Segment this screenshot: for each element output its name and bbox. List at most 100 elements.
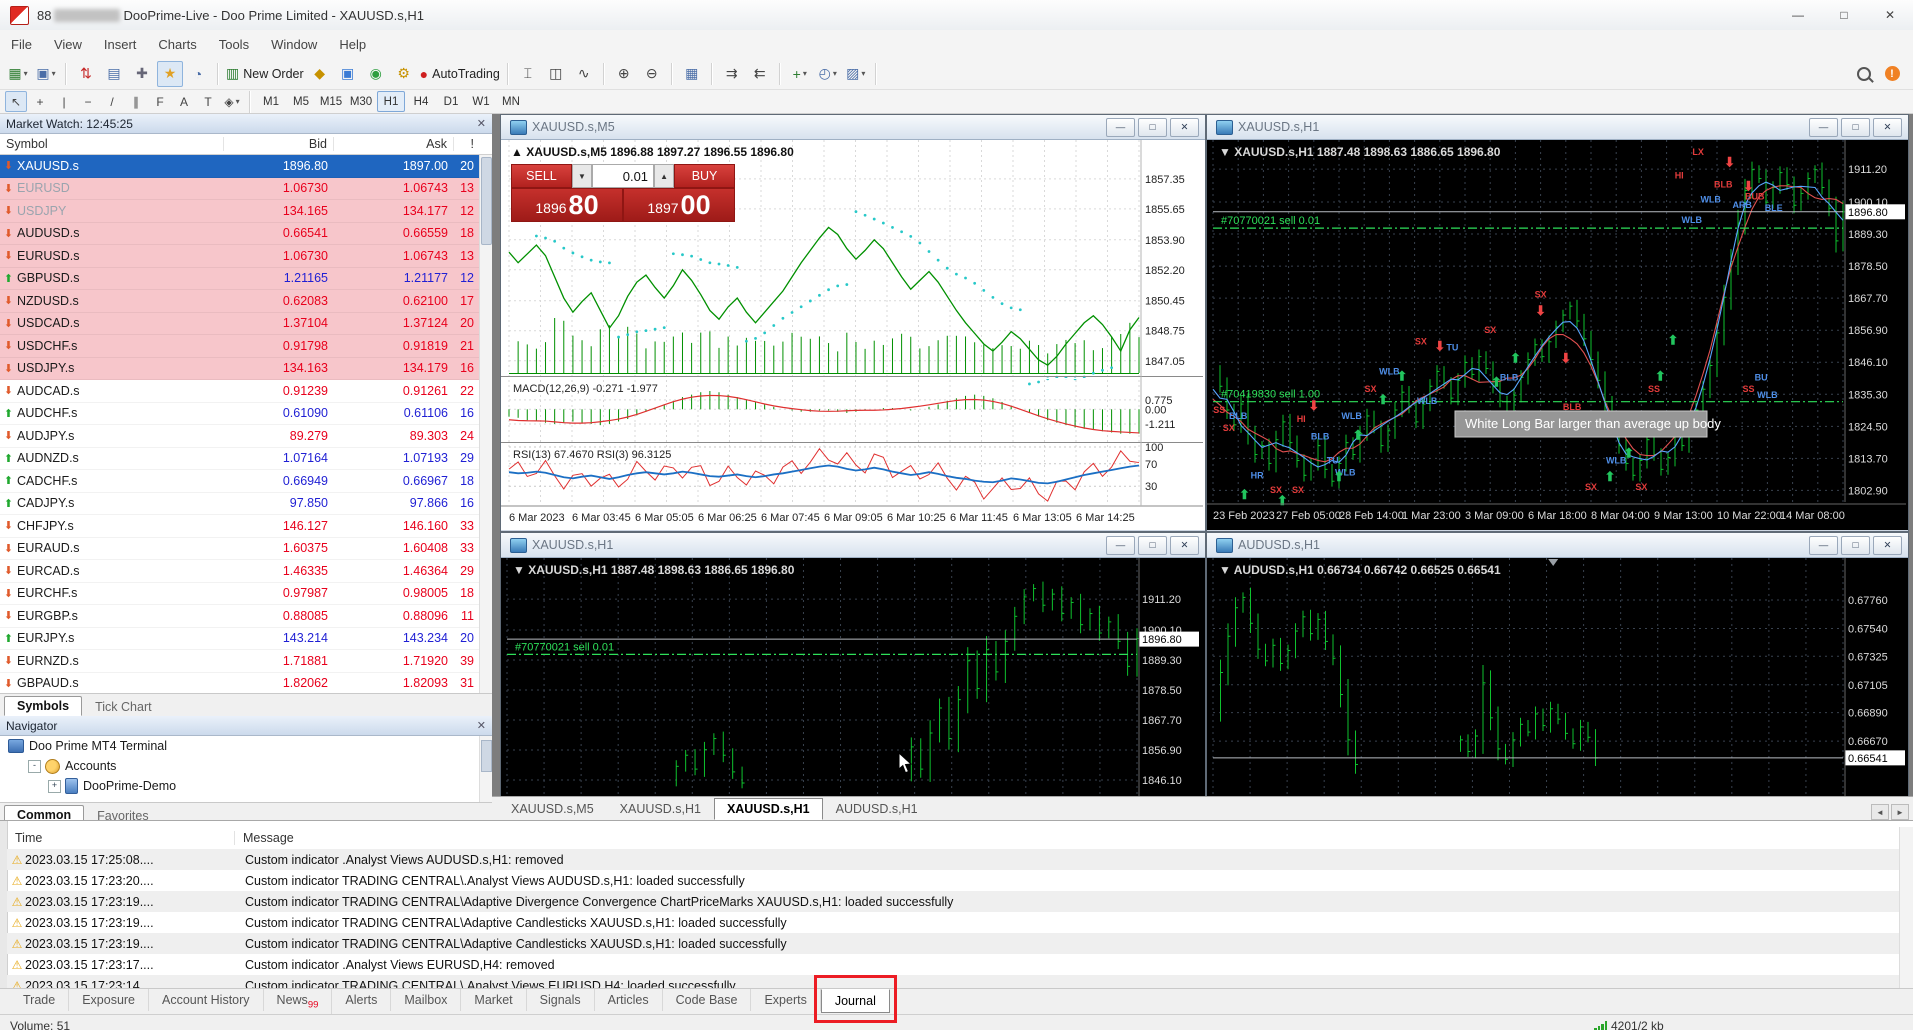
navigator-close-icon[interactable]: ✕ — [477, 719, 486, 732]
market-watch-row-audcad.s[interactable]: ⬇AUDCAD.s0.912390.9126122 — [0, 380, 492, 403]
market-watch-row-gbpusd.s[interactable]: ⬆GBPUSD.s1.211651.2117712 — [0, 268, 492, 291]
chart-body[interactable]: 1857.351855.651853.901852.201850.451848.… — [501, 140, 1205, 530]
market-watch-close-icon[interactable]: ✕ — [477, 117, 486, 130]
chart-body[interactable]: 1911.201900.101889.301878.501867.701856.… — [1207, 140, 1908, 530]
market-watch-row-gbpaud.s[interactable]: ⬇GBPAUD.s1.820621.8209331 — [0, 673, 492, 694]
chart-close-button[interactable]: ✕ — [1873, 536, 1902, 555]
tab-market[interactable]: Market — [461, 989, 526, 1011]
chart-window-title-bar[interactable]: XAUUSD.s,M5 — □ ✕ — [501, 115, 1205, 140]
signals-button[interactable]: ◉ — [363, 61, 389, 87]
menu-help[interactable]: Help — [328, 33, 377, 56]
menu-window[interactable]: Window — [260, 33, 328, 56]
ask-price-display[interactable]: 1897 00 — [623, 188, 735, 222]
chart-window-title-bar[interactable]: XAUUSD.s,H1 — □ ✕ — [1207, 115, 1908, 140]
market-watch-scrollbar[interactable] — [479, 155, 492, 693]
navigator-item-accounts[interactable]: -Accounts — [0, 756, 492, 776]
market-watch-row-usdjpy.s[interactable]: ⬇USDJPY.s134.163134.17916 — [0, 358, 492, 381]
chart-window-title-bar[interactable]: XAUUSD.s,H1 — □ ✕ — [501, 533, 1205, 558]
shapes-tool-dropdown-icon[interactable]: ▾ — [236, 97, 240, 106]
column-symbol[interactable]: Symbol — [0, 137, 224, 151]
horizontal-line-tool-button[interactable]: − — [77, 91, 99, 112]
chart-minimize-button[interactable]: — — [1106, 118, 1135, 137]
market-watch-row-eurusd.s[interactable]: ⬇EURUSD.s1.067301.0674313 — [0, 245, 492, 268]
terminal-toggle-button[interactable]: ★ — [157, 61, 183, 87]
column-spread[interactable]: ! — [454, 137, 480, 151]
market-watch-row-eurcad.s[interactable]: ⬇EURCAD.s1.463351.4636429 — [0, 560, 492, 583]
tab-signals[interactable]: Signals — [527, 989, 595, 1011]
navigator-scrollbar[interactable] — [479, 736, 492, 802]
journal-row[interactable]: ⚠2023.03.15 17:23:14....Custom indicator… — [7, 975, 1899, 989]
market-watch-row-eurjpy.s[interactable]: ⬆EURJPY.s143.214143.23420 — [0, 628, 492, 651]
tab-experts[interactable]: Experts — [751, 989, 820, 1011]
journal-row[interactable]: ⚠2023.03.15 17:23:20....Custom indicator… — [7, 870, 1899, 891]
chart-tab-3[interactable]: AUDUSD.s,H1 — [823, 798, 931, 820]
market-watch-row-audjpy.s[interactable]: ⬇AUDJPY.s89.27989.30324 — [0, 425, 492, 448]
fibonacci-tool-button[interactable]: F — [149, 91, 171, 112]
chart-window-xauusd-h1-bottom[interactable]: XAUUSD.s,H1 — □ ✕ 1911.201900.101889.301… — [500, 532, 1206, 796]
chart-minimize-button[interactable]: — — [1809, 118, 1838, 137]
journal-row[interactable]: ⚠2023.03.15 17:23:19....Custom indicator… — [7, 891, 1899, 912]
new-order-button[interactable]: ▥New Order — [225, 61, 305, 87]
shapes-tool-button[interactable]: ◈▾ — [221, 91, 243, 112]
tab-articles[interactable]: Articles — [595, 989, 663, 1011]
volume-up-button[interactable]: ▲ — [654, 164, 674, 188]
market-watch-row-eurgbp.s[interactable]: ⬇EURGBP.s0.880850.8809611 — [0, 605, 492, 628]
indicators-list-button[interactable]: +▾ — [787, 61, 813, 87]
chart-canvas-audusd[interactable]: 0.677600.675400.673250.671050.668900.666… — [1207, 558, 1906, 796]
timeframe-d1[interactable]: D1 — [437, 91, 465, 112]
chart-close-button[interactable]: ✕ — [1170, 536, 1199, 555]
chart-restore-button[interactable]: □ — [1138, 536, 1167, 555]
market-watch-row-cadjpy.s[interactable]: ⬆CADJPY.s97.85097.86616 — [0, 493, 492, 516]
terminal-scrollbar[interactable] — [1899, 827, 1913, 989]
market-watch-row-usdcad.s[interactable]: ⬇USDCAD.s1.371041.3712420 — [0, 313, 492, 336]
volume-field[interactable]: 0.01 — [592, 164, 654, 188]
sell-button[interactable]: SELL — [511, 164, 572, 188]
market-watch-toggle-button[interactable]: ⇅ — [73, 61, 99, 87]
market-watch-row-chfjpy.s[interactable]: ⬇CHFJPY.s146.127146.16033 — [0, 515, 492, 538]
chart-restore-button[interactable]: □ — [1841, 118, 1870, 137]
text-tool-button[interactable]: A — [173, 91, 195, 112]
templates-list-dropdown-icon[interactable]: ▾ — [861, 69, 865, 78]
market-watch-row-nzdusd.s[interactable]: ⬇NZDUSD.s0.620830.6210017 — [0, 290, 492, 313]
chart-tab-0[interactable]: XAUUSD.s,M5 — [498, 798, 607, 820]
chart-window-audusd-h1[interactable]: AUDUSD.s,H1 — □ ✕ 0.677600.675400.673250… — [1206, 532, 1909, 796]
market-watch-row-cadchf.s[interactable]: ⬆CADCHF.s0.669490.6696718 — [0, 470, 492, 493]
timeframe-mn[interactable]: MN — [497, 91, 525, 112]
journal-row[interactable]: ⚠2023.03.15 17:23:19....Custom indicator… — [7, 933, 1899, 954]
chart-shift-button[interactable]: ⇇ — [747, 61, 773, 87]
indicators-list-dropdown-icon[interactable]: ▾ — [803, 69, 807, 78]
timeframe-w1[interactable]: W1 — [467, 91, 495, 112]
bar-chart-mode-button[interactable]: ⌶ — [515, 61, 541, 87]
tab-symbols[interactable]: Symbols — [4, 696, 82, 716]
journal-row[interactable]: ⚠2023.03.15 17:25:08....Custom indicator… — [7, 849, 1899, 870]
bid-price-display[interactable]: 1896 80 — [511, 188, 623, 222]
menu-view[interactable]: View — [43, 33, 93, 56]
chart-minimize-button[interactable]: — — [1106, 536, 1135, 555]
journal-row[interactable]: ⚠2023.03.15 17:23:19....Custom indicator… — [7, 912, 1899, 933]
column-time[interactable]: Time — [7, 831, 235, 845]
navigator-item-dooprime-demo[interactable]: +DooPrime-Demo — [0, 776, 492, 796]
profiles-dropdown-icon[interactable]: ▾ — [52, 69, 56, 78]
vertical-line-tool-button[interactable]: | — [53, 91, 75, 112]
column-bid[interactable]: Bid — [224, 137, 334, 151]
autotrading-button[interactable]: ●AutoTrading — [419, 61, 501, 87]
chart-canvas-h1-annotated[interactable]: 1911.201900.101889.301878.501867.701856.… — [1207, 140, 1906, 530]
line-chart-mode-button[interactable]: ∿ — [571, 61, 597, 87]
column-ask[interactable]: Ask — [334, 137, 454, 151]
tab-tick-chart[interactable]: Tick Chart — [82, 697, 165, 716]
crosshair-tool-button[interactable]: + — [29, 91, 51, 112]
chart-window-title-bar[interactable]: AUDUSD.s,H1 — □ ✕ — [1207, 533, 1908, 558]
zoom-in-button[interactable]: ⊕ — [611, 61, 637, 87]
market-watch-row-audusd.s[interactable]: ⬇AUDUSD.s0.665410.6655918 — [0, 223, 492, 246]
cursor-tool-button[interactable]: ↖ — [5, 91, 27, 112]
tab-news[interactable]: News99 — [264, 989, 333, 1015]
zoom-out-button[interactable]: ⊖ — [639, 61, 665, 87]
volume-down-button[interactable]: ▼ — [572, 164, 592, 188]
strategy-tester-button[interactable]: ◔ — [185, 61, 211, 87]
market-watch-row-eurchf.s[interactable]: ⬇EURCHF.s0.979870.9800518 — [0, 583, 492, 606]
periods-list-dropdown-icon[interactable]: ▾ — [833, 69, 837, 78]
trendline-tool-button[interactable]: / — [101, 91, 123, 112]
market-watch-row-eurusd[interactable]: ⬇EURUSD1.067301.0674313 — [0, 178, 492, 201]
new-chart-dropdown-icon[interactable]: ▾ — [24, 69, 28, 78]
chart-window-xauusd-m5[interactable]: XAUUSD.s,M5 — □ ✕ 1857.351855.651853.901… — [500, 114, 1206, 532]
